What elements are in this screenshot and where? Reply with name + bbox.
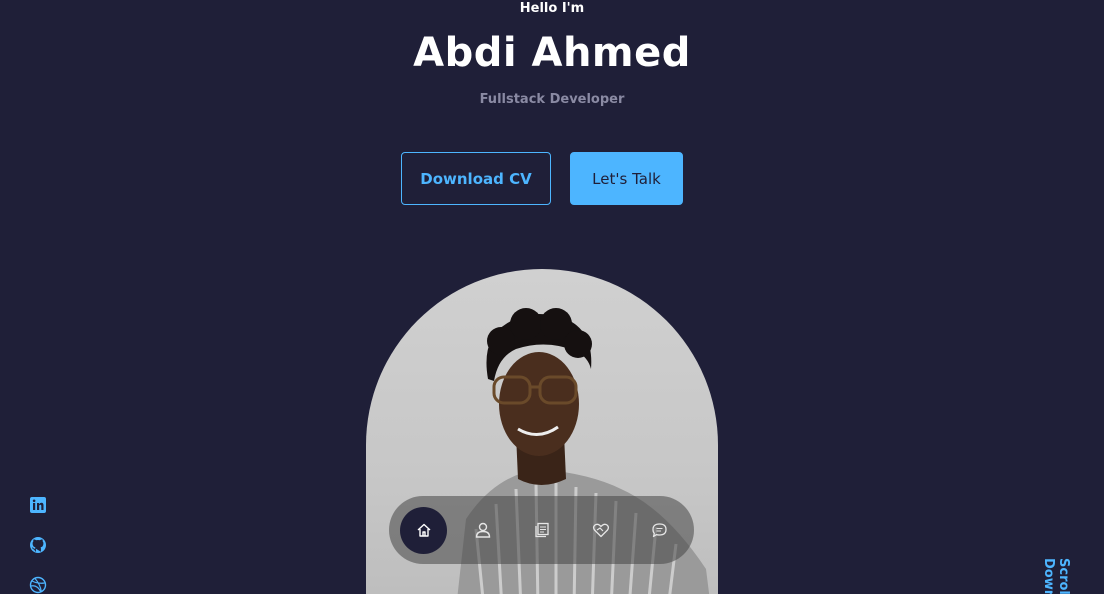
user-icon: [475, 522, 490, 538]
download-cv-button[interactable]: Download CV: [401, 152, 551, 205]
nav-services[interactable]: [577, 507, 624, 554]
hero-page: Hello I'm Abdi Ahmed Fullstack Developer…: [0, 0, 1104, 594]
greeting-text: Hello I'm: [519, 1, 585, 16]
nav-experience[interactable]: [518, 507, 565, 554]
linkedin-icon: [30, 497, 46, 513]
scroll-down-link[interactable]: Scroll Down: [1041, 558, 1071, 594]
github-link[interactable]: [29, 536, 47, 554]
dribbble-icon: [29, 576, 47, 594]
dribbble-link[interactable]: [29, 576, 47, 594]
social-links: [29, 496, 47, 594]
home-icon: [417, 523, 430, 537]
linkedin-link[interactable]: [29, 496, 47, 514]
github-icon: [30, 537, 46, 553]
message-icon: [652, 522, 667, 537]
nav-home[interactable]: [400, 506, 447, 554]
floating-nav: [389, 496, 694, 564]
nav-contact[interactable]: [636, 507, 683, 554]
services-icon: [592, 523, 609, 538]
hero-role: Fullstack Developer: [479, 92, 625, 107]
lets-talk-button[interactable]: Let's Talk: [570, 152, 683, 205]
book-icon: [534, 522, 549, 538]
nav-about[interactable]: [459, 507, 506, 554]
hero-name: Abdi Ahmed: [413, 30, 691, 76]
